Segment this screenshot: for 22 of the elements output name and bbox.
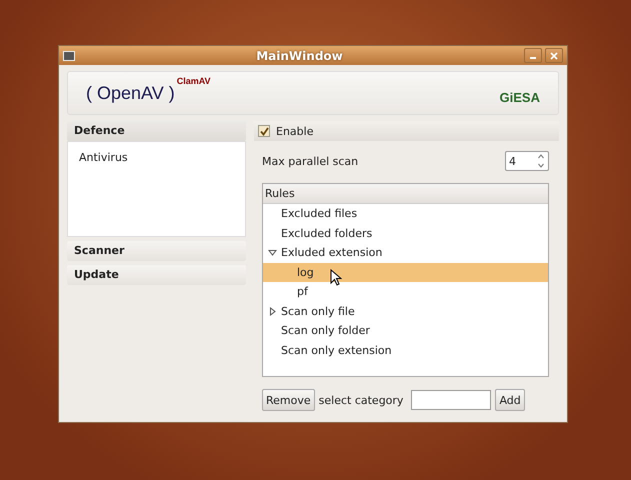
tree-row[interactable]: Excluded folders — [263, 224, 548, 243]
select-category-label: select category — [318, 394, 404, 406]
tree-row[interactable]: Scan only folder — [263, 321, 548, 340]
tree-row[interactable]: Scan only file — [263, 302, 548, 321]
tree-row[interactable]: Exluded extension — [263, 243, 548, 262]
logo-superscript: ClamAV — [176, 76, 211, 86]
sidebar-item[interactable]: Antivirus — [79, 151, 234, 164]
max-parallel-spinbox[interactable]: 4 — [505, 151, 549, 171]
app-logo: ( OpenAV ) — [86, 82, 175, 104]
tree-row[interactable]: pf — [263, 282, 548, 302]
tree-row[interactable]: Excluded files — [263, 204, 548, 224]
enable-label[interactable]: Enable — [276, 124, 314, 138]
window-title: MainWindow — [255, 48, 344, 62]
sidebar-section-header[interactable]: Defence — [67, 121, 246, 141]
brand-logo: GiESA — [500, 90, 540, 104]
remove-button[interactable]: Remove — [262, 389, 315, 411]
sidebar-section-header[interactable]: Update — [67, 265, 246, 285]
sidebar-section-header[interactable]: Scanner — [67, 241, 246, 261]
add-button[interactable]: Add — [495, 389, 525, 411]
max-parallel-label: Max parallel scan — [262, 154, 358, 168]
tree-column-header: Rules — [263, 184, 548, 204]
tree-row[interactable]: Scan only extension — [263, 340, 548, 360]
